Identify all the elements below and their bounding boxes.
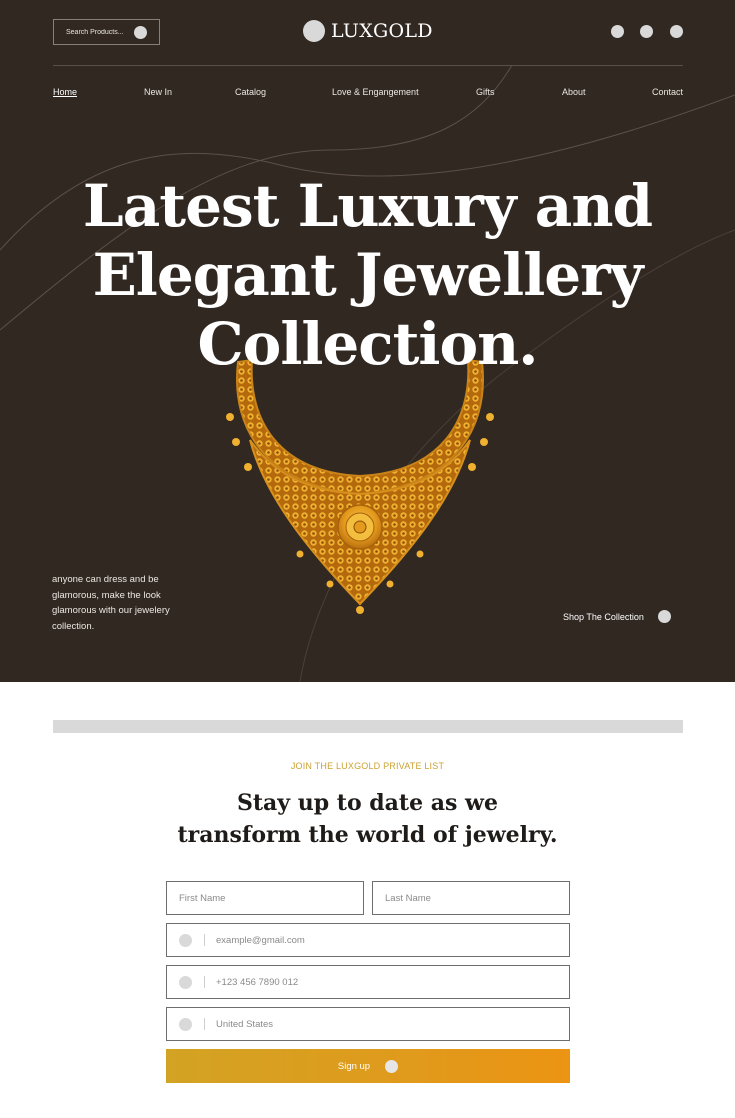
first-name-input[interactable] [179, 892, 363, 904]
arrow-icon [385, 1059, 399, 1073]
field-separator [204, 1018, 205, 1030]
search-icon[interactable] [134, 26, 147, 39]
newsletter-title-line-2: transform the world of jewelry. [177, 822, 558, 848]
phone-field[interactable] [166, 965, 570, 999]
shop-collection-label: Shop The Collection [563, 611, 644, 622]
section-divider-bar [53, 720, 683, 733]
sign-up-button[interactable]: Sign up [166, 1049, 570, 1083]
main-nav: Home New In Catalog Love & Engangement G… [53, 87, 683, 101]
headline-line-3: Collection. [197, 310, 538, 378]
newsletter-title: Stay up to date as we transform the worl… [0, 787, 735, 851]
headline-line-1: Latest Luxury and [82, 172, 653, 240]
nav-item-gifts[interactable]: Gifts [476, 87, 495, 97]
logo-text: LUXGOLD [331, 20, 433, 42]
newsletter-title-line-1: Stay up to date as we [237, 790, 498, 816]
nav-item-contact[interactable]: Contact [652, 87, 683, 97]
hero-section: LUXGOLD Home New In Catalog Love & Engan… [0, 0, 735, 682]
field-separator [204, 976, 205, 988]
nav-item-love-engagement[interactable]: Love & Engangement [332, 87, 419, 97]
nav-item-about[interactable]: About [562, 87, 586, 97]
hero-description: anyone can dress and be glamorous, make … [52, 574, 170, 632]
nav-item-new-in[interactable]: New In [144, 87, 172, 97]
headline-line-2: Elegant Jewellery [92, 241, 644, 309]
search-input[interactable] [66, 28, 134, 36]
email-field[interactable] [166, 923, 570, 957]
mail-icon [179, 933, 192, 947]
logo[interactable]: LUXGOLD [303, 20, 433, 42]
cart-icon[interactable] [640, 25, 653, 38]
flag-icon [179, 1017, 192, 1031]
search-bar[interactable] [53, 19, 160, 45]
wishlist-icon[interactable] [611, 25, 624, 38]
logo-mark-icon [303, 20, 325, 42]
country-field[interactable] [166, 1007, 570, 1041]
email-input[interactable] [216, 934, 569, 946]
phone-input[interactable] [216, 976, 569, 988]
last-name-field[interactable] [372, 881, 570, 915]
last-name-input[interactable] [385, 892, 569, 904]
country-input[interactable] [216, 1018, 569, 1030]
header-divider [53, 65, 683, 66]
sign-up-label: Sign up [337, 1060, 371, 1072]
shop-collection-link[interactable]: Shop The Collection [563, 610, 671, 623]
phone-icon [179, 975, 192, 989]
nav-item-home[interactable]: Home [53, 87, 77, 97]
arrow-icon [657, 610, 671, 623]
field-separator [204, 934, 205, 946]
nav-item-catalog[interactable]: Catalog [235, 87, 266, 97]
hero-headline: Latest Luxury and Elegant Jewellery Coll… [0, 172, 735, 379]
first-name-field[interactable] [166, 881, 364, 915]
account-icon[interactable] [670, 25, 683, 38]
newsletter-eyebrow: JOIN THE LUXGOLD PRIVATE LIST [290, 761, 445, 771]
